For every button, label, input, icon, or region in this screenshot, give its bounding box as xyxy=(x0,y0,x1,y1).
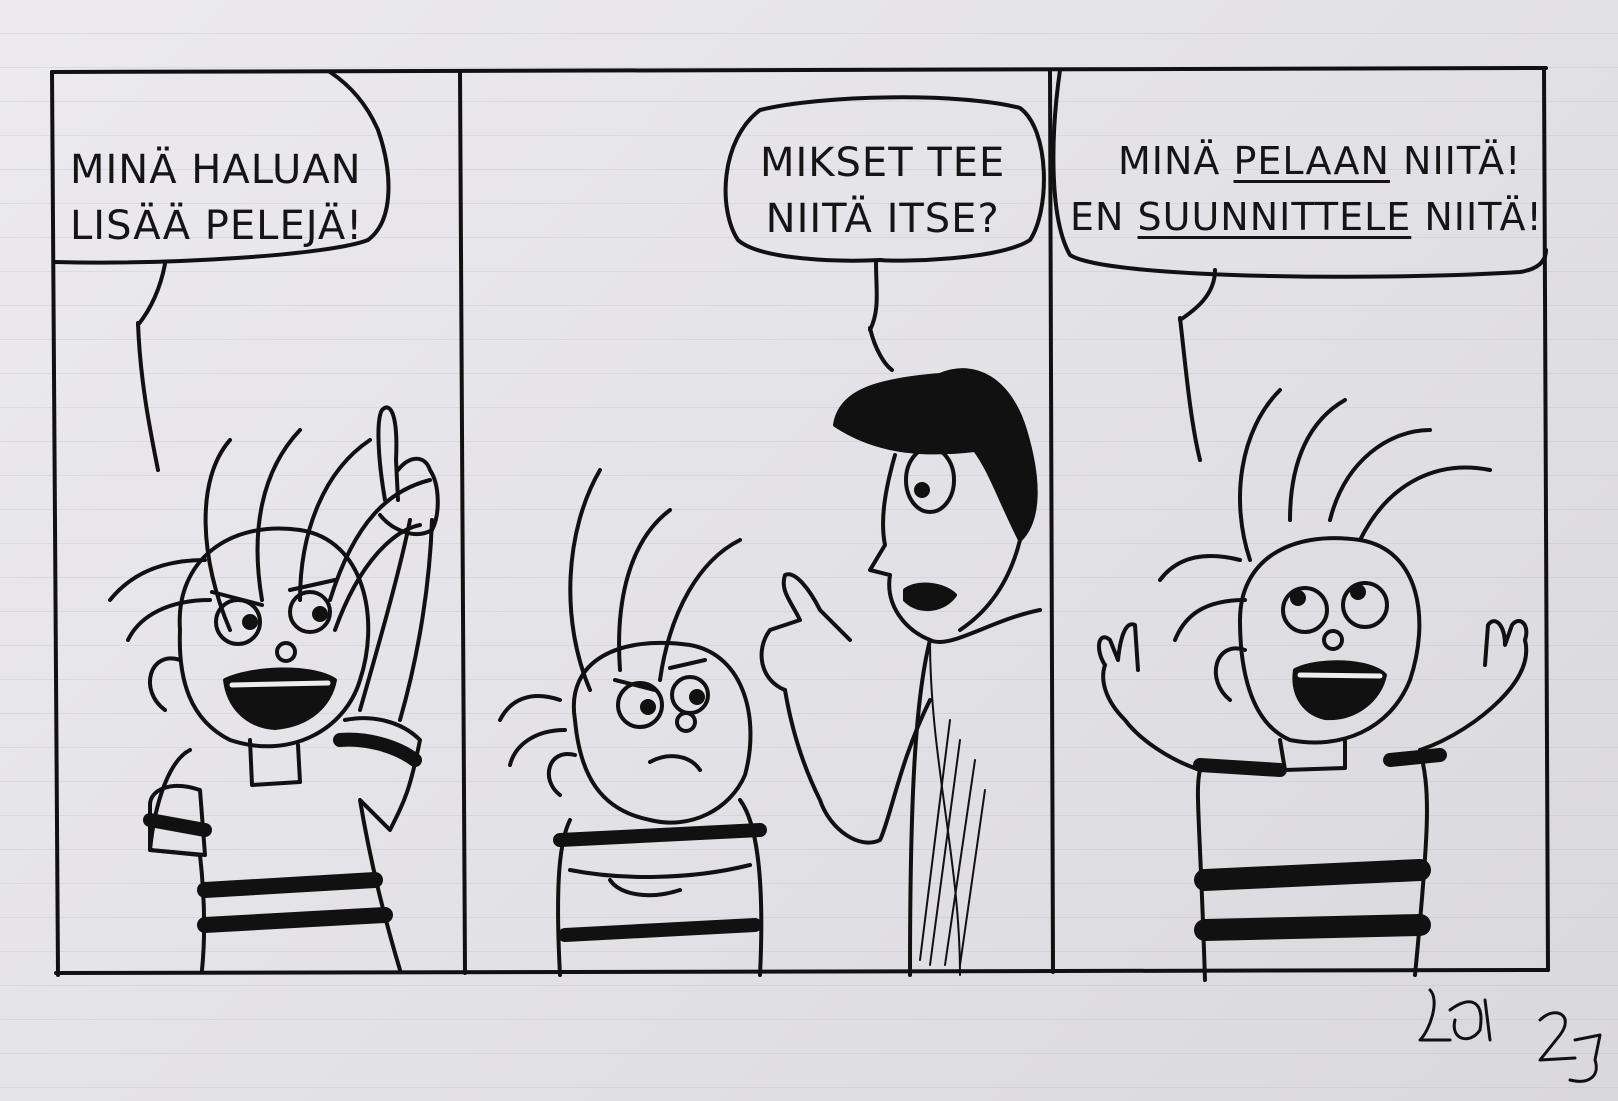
panel3-line-1-part-a: MINÄ xyxy=(1118,139,1234,183)
boy-panel2 xyxy=(498,468,767,977)
speech-balloon-panel3 xyxy=(1051,68,1548,462)
panel3-balloon-text: MINÄ PELAAN NIITÄ! EN SUUNNITTELE NIITÄ! xyxy=(1070,133,1543,245)
panel3-emphasis-play: PELAAN xyxy=(1233,139,1390,183)
panel2-line-2: NIITÄ ITSE? xyxy=(765,196,1000,242)
panel3-line-1: MINÄ PELAAN NIITÄ! xyxy=(1070,133,1543,189)
panel3-line-2-part-c: NIITÄ! xyxy=(1411,195,1543,239)
panel3-line-2: EN SUUNNITTELE NIITÄ! xyxy=(1070,189,1543,245)
panel1-line-1: MINÄ HALUAN xyxy=(70,147,362,193)
panel3-line-1-part-c: NIITÄ! xyxy=(1389,139,1522,183)
boy-panel1 xyxy=(108,405,440,972)
panel2-balloon-text: MIKSET TEE NIITÄ ITSE? xyxy=(760,135,1005,247)
man-panel2 xyxy=(759,368,1042,977)
boy-panel3 xyxy=(1097,388,1529,982)
speech-balloon-panel1 xyxy=(53,70,391,472)
panel3-line-2-part-a: EN xyxy=(1070,195,1138,239)
panel1-balloon-text: MINÄ HALUAN LISÄÄ PELEJÄ! xyxy=(70,142,363,254)
panel1-line-2: LISÄÄ PELEJÄ! xyxy=(70,203,364,249)
panel2-line-1: MIKSET TEE xyxy=(760,140,1006,186)
panel3-emphasis-design: SUUNNITTELE xyxy=(1137,195,1412,239)
